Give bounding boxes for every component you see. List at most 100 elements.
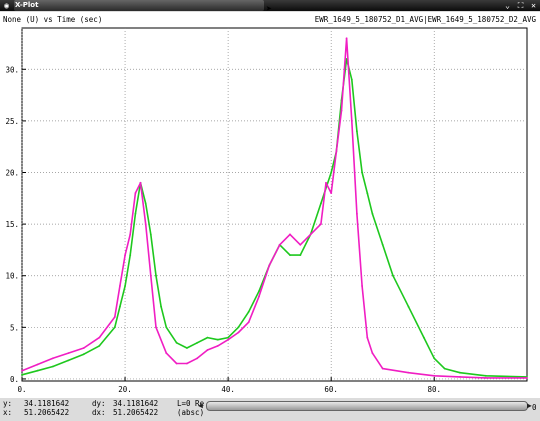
series-1-point (330, 192, 333, 195)
series-2-point (144, 202, 147, 205)
series-2-point (289, 254, 291, 256)
series-2-point (82, 353, 85, 356)
series-1-point (119, 285, 121, 287)
line-chart[interactable]: 0. 5. 10. 15. 20. 25. 30. 0. 20. 40. 60. 80. (0, 26, 540, 398)
series-2-point (206, 336, 209, 339)
series-1-point (165, 352, 168, 354)
series-2-point (237, 326, 240, 329)
y-tick-label: 15. (5, 220, 19, 229)
series-2-point (459, 371, 461, 374)
close-icon[interactable]: ✕ (529, 1, 538, 10)
window-menu-icon[interactable]: ◉ (2, 1, 11, 10)
series-1-point (340, 109, 343, 112)
series-2-point (299, 254, 302, 256)
series-2-point (21, 373, 23, 376)
series-1-point (361, 285, 363, 287)
series-1-point (82, 347, 85, 349)
series-2-point (247, 310, 250, 313)
series-1-point (459, 376, 461, 378)
series-1-point (175, 362, 178, 365)
series-1-point (129, 233, 132, 236)
series-1-point (433, 374, 436, 377)
scroll-left-icon[interactable]: ◀ (198, 401, 203, 410)
series-1-point (196, 357, 199, 360)
window-title: X-Plot (15, 1, 39, 9)
scroll-right-icon[interactable]: ▶ (527, 401, 532, 410)
series-1-point (356, 212, 358, 215)
series-1-point (52, 357, 54, 360)
series-1-point (134, 192, 137, 195)
series-2-point (165, 326, 168, 329)
series-1-point (149, 274, 152, 277)
y-tick-label: 30. (5, 65, 19, 74)
series-2-point (443, 367, 446, 370)
series-2-point (350, 78, 353, 81)
series-2-point (356, 130, 358, 133)
series-2-point (175, 341, 178, 344)
series-1-point (289, 233, 291, 236)
series-1-point (345, 37, 348, 40)
series-1-point (325, 181, 327, 184)
series-1-point (320, 223, 322, 226)
dy-readout-label: dy: (92, 399, 106, 408)
x-tick-label: 20. (118, 385, 132, 394)
series-2-point (149, 233, 152, 236)
series-2-point (155, 274, 157, 277)
series-1-point (381, 367, 384, 370)
series-1-point (67, 352, 70, 354)
series-2-point (160, 305, 163, 308)
series-2-point (67, 359, 70, 362)
y-readout-label: y: (3, 399, 13, 408)
plot-frame (21, 27, 528, 382)
series-2-point (119, 305, 121, 308)
series-1-point (216, 345, 219, 347)
series-1-point (335, 151, 338, 153)
x-readout-label: x: (3, 408, 13, 417)
series-2-point (124, 285, 126, 287)
series-2-point (361, 171, 363, 174)
series-2-point (433, 357, 436, 360)
series-1-point (124, 254, 126, 256)
x-tick-label: 60. (324, 385, 338, 394)
y-readout-value: 34.1181642 (24, 399, 70, 408)
series-2-point (381, 243, 384, 246)
series-1-point (268, 264, 271, 267)
y-tick-label: 5. (10, 323, 19, 332)
x-tick-label: 80. (427, 385, 441, 394)
series-2-point (36, 369, 39, 372)
series-1-point (247, 321, 250, 324)
series-1-point (98, 336, 101, 339)
series-2-point (113, 326, 116, 329)
series-1-point (278, 243, 281, 246)
plot-area[interactable]: 0. 5. 10. 15. 20. 25. 30. 0. 20. 40. 60. 80. (0, 26, 540, 398)
series-1-point (237, 331, 240, 334)
series-1-point (258, 295, 260, 298)
series-1-point (21, 369, 23, 372)
dx-readout-value: 51.2065422 (113, 408, 159, 417)
series-1-point (350, 120, 353, 122)
y-tick-label: 20. (5, 169, 19, 178)
corner-value: 0 (532, 403, 537, 412)
dy-readout-value: 34.1181642 (113, 399, 159, 408)
series-2-point (320, 202, 322, 205)
series-2-point (196, 341, 199, 344)
series-2-point (407, 305, 410, 308)
series-1-point (366, 336, 369, 339)
series-2-point (371, 212, 374, 215)
series-1-point (144, 223, 147, 226)
title-tab[interactable] (14, 0, 264, 11)
series-2-point (227, 336, 230, 339)
series-1-point (309, 233, 312, 236)
series-1-point (186, 362, 188, 365)
series-2-point (216, 338, 219, 341)
y-tick-label: 0. (10, 375, 19, 384)
dx-readout-label: dx: (92, 408, 106, 417)
x-readout-value: 51.2065422 (24, 408, 70, 417)
series-1-point (299, 243, 302, 246)
maximize-icon[interactable]: ⛶ (516, 1, 525, 10)
horizontal-scrollbar[interactable] (206, 401, 528, 411)
chevron-down-icon[interactable]: ⌄ (503, 1, 512, 10)
series-1-point (526, 377, 528, 379)
series-1-point (484, 377, 487, 379)
series-2-point (423, 336, 425, 339)
